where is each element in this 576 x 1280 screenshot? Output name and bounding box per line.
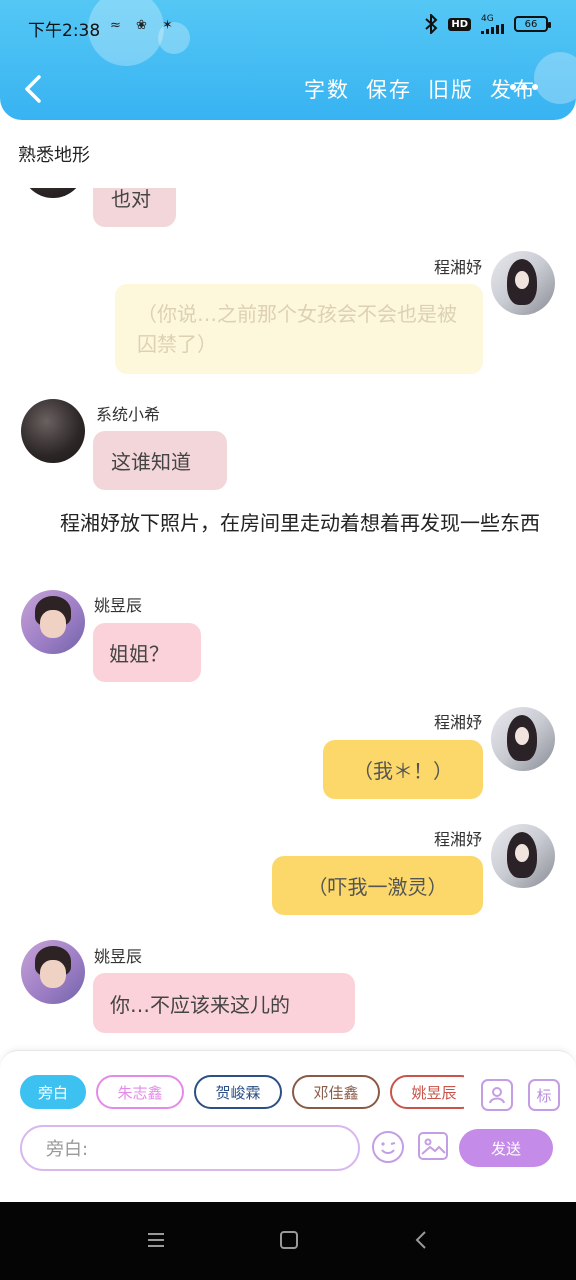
message-bubble[interactable]: （你说…之前那个女孩会不会也是被囚禁了） [115, 284, 483, 374]
emoji-icon[interactable] [372, 1131, 404, 1163]
avatar[interactable] [491, 251, 555, 315]
message-input[interactable]: 旁白: [20, 1125, 360, 1171]
message-text: 也对 [111, 188, 151, 211]
sender-name: 系统小希 [96, 405, 161, 424]
character-tab-narrator[interactable]: 旁白 [20, 1075, 86, 1109]
tag-icon[interactable]: 标 [528, 1079, 560, 1111]
old-version-button[interactable]: 旧版 [428, 74, 474, 104]
header-actions: 字数 保存 旧版 发布 [304, 74, 536, 104]
sender-name: 姚昱辰 [94, 947, 143, 966]
sender-name: 程湘妤 [433, 713, 482, 732]
message-text: 你…不应该来这儿的 [110, 992, 290, 1017]
message-text: 姐姐？ [109, 642, 169, 666]
page-title: 熟悉地形 [18, 145, 90, 166]
signal-icon [481, 23, 504, 34]
avatar[interactable] [21, 188, 85, 198]
image-icon[interactable] [418, 1132, 448, 1160]
save-button[interactable]: 保存 [366, 74, 412, 104]
back-icon[interactable] [410, 1228, 434, 1252]
battery-level: 66 [524, 18, 538, 30]
bluetooth-icon [425, 14, 438, 34]
character-tab[interactable]: 姚昱辰 [390, 1075, 464, 1109]
message-bubble[interactable]: 这谁知道 [93, 431, 227, 490]
battery-icon: 66 [514, 16, 551, 32]
character-tab[interactable]: 朱志鑫 [96, 1075, 184, 1109]
hd-badge: HD [448, 17, 471, 31]
avatar[interactable] [21, 399, 85, 463]
chat-area: 也对 程湘妤 （你说…之前那个女孩会不会也是被囚禁了） 系统小希 这谁知道 程湘… [0, 188, 576, 1052]
character-tabs: 旁白 朱志鑫 贺峻霖 邓佳鑫 姚昱辰 [20, 1075, 464, 1113]
avatar[interactable] [491, 824, 555, 888]
sender-name: 姚昱辰 [94, 596, 143, 615]
message-text: 这谁知道 [111, 450, 191, 474]
notification-icon: ❀ [136, 18, 147, 33]
system-navigation-bar [0, 1202, 576, 1280]
message-bubble[interactable]: （我＊！） [323, 740, 483, 799]
home-icon[interactable] [277, 1228, 301, 1252]
sender-name: 程湘妤 [433, 830, 482, 849]
more-menu-icon[interactable] [510, 84, 538, 90]
message-bubble[interactable]: 你…不应该来这儿的 [93, 973, 355, 1033]
avatar[interactable] [21, 940, 85, 1004]
add-character-icon[interactable] [481, 1079, 513, 1111]
message-text: （我＊！） [353, 759, 453, 783]
sender-name: 程湘妤 [433, 258, 482, 277]
message-bubble[interactable]: （吓我一激灵） [272, 856, 483, 915]
character-tab[interactable]: 贺峻霖 [194, 1075, 282, 1109]
send-button[interactable]: 发送 [459, 1129, 553, 1167]
network-type: 4G [481, 13, 494, 24]
status-time: 下午2:38 [28, 21, 101, 41]
avatar[interactable] [491, 707, 555, 771]
message-bubble[interactable]: 姐姐？ [93, 623, 201, 682]
top-header: 下午2:38 ≈ ❀ ✶ HD 4G 66 字数 保存 旧版 发布 [0, 0, 576, 120]
menu-icon[interactable] [144, 1228, 168, 1252]
character-tab[interactable]: 邓佳鑫 [292, 1075, 380, 1109]
notification-icon: ≈ [110, 18, 121, 33]
composer-panel: 旁白 朱志鑫 贺峻霖 邓佳鑫 姚昱辰 标 旁白: 发送 [0, 1050, 576, 1203]
avatar[interactable] [21, 590, 85, 654]
decorative-bubble [534, 52, 576, 104]
status-indicators: HD 4G 66 [424, 13, 551, 34]
back-arrow-icon[interactable] [22, 74, 44, 104]
message-bubble[interactable]: 也对 [93, 188, 176, 227]
message-text: （你说…之前那个女孩会不会也是被囚禁了） [137, 302, 457, 356]
notification-icon: ✶ [162, 18, 173, 33]
message-text: （吓我一激灵） [307, 875, 448, 899]
narration-text: 程湘妤放下照片，在房间里走动着想着再发现一些东西 [60, 511, 540, 535]
word-count-button[interactable]: 字数 [304, 74, 350, 104]
